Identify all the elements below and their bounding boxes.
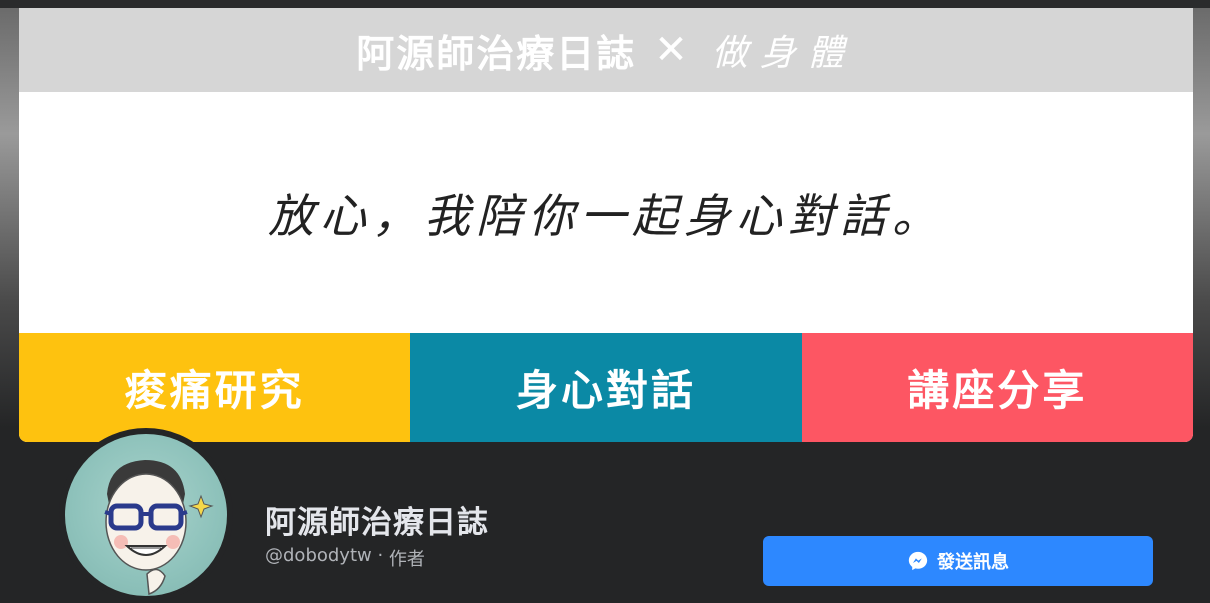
category-pain-research[interactable]: 痠痛研究: [19, 333, 411, 442]
send-message-button[interactable]: 發送訊息: [763, 536, 1153, 586]
category-body-mind-dialogue[interactable]: 身心對話: [410, 333, 802, 442]
category-label: 身心對話: [515, 366, 696, 415]
avatar[interactable]: [65, 434, 227, 596]
top-strip: [0, 0, 1210, 8]
page: 阿源師治療日誌 ✕ 做身體 放心，我陪你一起身心對話。 痠痛研究 身心對話 講座…: [0, 0, 1210, 603]
cover-header-x: ✕: [654, 27, 690, 73]
messenger-icon: [907, 550, 929, 572]
category-talk-sharing[interactable]: 講座分享: [801, 333, 1193, 442]
cover-slogan: 放心，我陪你一起身心對話。: [268, 188, 944, 243]
cover-photo[interactable]: 阿源師治療日誌 ✕ 做身體 放心，我陪你一起身心對話。 痠痛研究 身心對話 講座…: [19, 8, 1193, 442]
subtitle-separator: ·: [371, 545, 389, 566]
send-message-label: 發送訊息: [937, 552, 1009, 573]
category-label: 講座分享: [907, 366, 1088, 415]
cover-header-title: 阿源師治療日誌: [356, 31, 637, 76]
cover-category-row: 痠痛研究 身心對話 講座分享: [19, 333, 1193, 442]
page-title[interactable]: 阿源師治療日誌: [265, 497, 489, 542]
cartoon-avatar-icon: [104, 460, 214, 596]
cover-header: 阿源師治療日誌 ✕ 做身體: [19, 8, 1193, 92]
cover-header-script: 做身體: [711, 33, 856, 74]
category-label: 痠痛研究: [124, 366, 305, 415]
profile-handle: @dobodytw: [265, 545, 372, 566]
profile-subtitle: @dobodytw · 作者: [265, 545, 425, 571]
profile-role: 作者: [388, 549, 425, 570]
